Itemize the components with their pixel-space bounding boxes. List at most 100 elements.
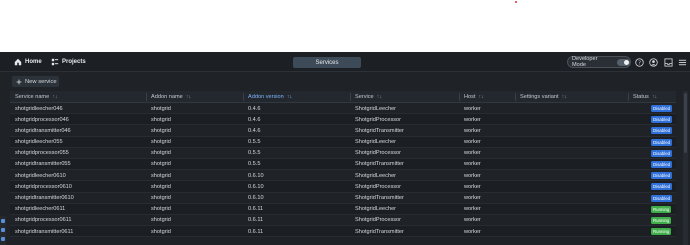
- cell-service: ShotgridTransmitter: [355, 195, 404, 201]
- page-margin: [0, 0, 690, 52]
- sort-icon[interactable]: ↑↓: [186, 94, 191, 100]
- column-header-status[interactable]: Status ↑↓: [633, 91, 657, 103]
- status-badge: Running: [651, 228, 672, 236]
- cell-service: ShotgridLeecher: [355, 105, 397, 112]
- column-header-settings-variant[interactable]: Settings variant ↑↓: [520, 91, 567, 103]
- status-badge: Running: [651, 216, 672, 224]
- table-row[interactable]: shotgridtransmitter046 shotgrid 0.4.6 Shotg…: [10, 125, 676, 137]
- column-divider[interactable]: [350, 93, 351, 101]
- status-badge: Disabled: [651, 160, 673, 168]
- table-row[interactable]: shotgridprocessor0611 shotgrid 0.6.11 Shotg…: [10, 215, 676, 227]
- column-header-service[interactable]: Service ↑↓: [355, 91, 382, 103]
- cell-addon-name: shotgrid: [151, 161, 171, 168]
- services-toolbar: New service: [0, 73, 690, 90]
- cell-host: worker: [464, 206, 481, 213]
- column-divider[interactable]: [628, 93, 629, 101]
- table-row[interactable]: shotgridprocessor046 shotgrid 0.4.6 Shotgri…: [10, 114, 676, 126]
- cell-service-name: shotgridleecher0610: [15, 172, 66, 179]
- cell-addon-version: 0.6.10: [248, 183, 264, 190]
- nav-home[interactable]: Home: [14, 57, 42, 67]
- column-divider[interactable]: [515, 93, 516, 101]
- column-header-host[interactable]: Host ↑↓: [464, 91, 484, 103]
- cell-host: worker: [464, 183, 481, 190]
- table-header: Service name ↑↓ Addon name ↑↓ Addon versio…: [10, 91, 676, 103]
- column-header-addon-version[interactable]: Addon version ↑↓: [248, 91, 292, 103]
- nav-home-label: Home: [25, 59, 42, 65]
- sort-icon[interactable]: ↑↓: [287, 94, 292, 100]
- sort-icon[interactable]: ↑↓: [377, 94, 382, 100]
- table-row[interactable]: shotgridprocessor0610 shotgrid 0.6.10 Shotg…: [10, 181, 676, 193]
- cell-host: worker: [464, 116, 481, 123]
- column-divider[interactable]: [146, 93, 147, 101]
- scrollbar-thumb[interactable]: [684, 93, 687, 153]
- menu-icon[interactable]: [677, 57, 687, 67]
- cell-addon-name: shotgrid: [151, 127, 171, 134]
- toggle-switch[interactable]: [617, 58, 630, 66]
- table-row[interactable]: shotgridleecher0611 shotgrid 0.6.11 Shotgri…: [10, 203, 676, 215]
- column-divider[interactable]: [459, 93, 460, 101]
- cell-service-name: shotgridtransmitter0610: [15, 195, 74, 201]
- cell-host: worker: [464, 217, 481, 224]
- cell-service-name: shotgridtransmitter046: [15, 127, 71, 134]
- cell-addon-version: 0.4.6: [248, 105, 261, 112]
- cell-service: ShotgridTransmitter: [355, 161, 404, 168]
- table-row[interactable]: shotgridtransmitter0610 shotgrid 0.6.10 Sho…: [10, 193, 676, 204]
- cell-service: ShotgridLeecher: [355, 206, 397, 213]
- column-header-service-name[interactable]: Service name ↑↓: [15, 91, 58, 103]
- plus-icon: [16, 79, 22, 85]
- cell-service: ShotgridProcessor: [355, 150, 402, 157]
- nav-projects[interactable]: Projects: [51, 57, 86, 67]
- table-row[interactable]: shotgridtransmitter0611 shotgrid 0.6.11 Sho…: [10, 226, 676, 238]
- square-icon: [1, 219, 5, 223]
- cell-host: worker: [464, 228, 481, 235]
- table-row[interactable]: shotgridleecher0610 shotgrid 0.6.10 Shotgri…: [10, 170, 676, 182]
- cell-addon-name: shotgrid: [151, 195, 171, 201]
- cell-service: ShotgridProcessor: [355, 217, 402, 224]
- table-row[interactable]: shotgridprocessor055 shotgrid 0.5.5 Shotgri…: [10, 148, 676, 159]
- cell-service: ShotgridLeecher: [355, 139, 397, 146]
- square-icon: [1, 228, 5, 232]
- status-badge: Disabled: [651, 183, 673, 191]
- tab-services[interactable]: Services: [293, 57, 361, 68]
- new-service-button[interactable]: New service: [12, 76, 59, 87]
- app-window: Home Projects Services Developer Mode ?: [0, 52, 690, 245]
- cell-host: worker: [464, 139, 481, 146]
- sort-icon[interactable]: ↑↓: [52, 94, 57, 100]
- table-scrollbar[interactable]: [683, 91, 688, 245]
- cell-service: ShotgridTransmitter: [355, 228, 404, 235]
- table-row[interactable]: shotgridtransmitter055 shotgrid 0.5.5 Shotg…: [10, 158, 676, 171]
- help-icon[interactable]: ?: [634, 57, 644, 67]
- sort-icon[interactable]: ↑↓: [479, 94, 484, 100]
- red-dot-marker: [515, 1, 517, 3]
- table-row[interactable]: shotgridleecher055 shotgrid 0.5.5 ShotgridL…: [10, 136, 676, 148]
- cell-addon-name: shotgrid: [151, 228, 171, 235]
- status-badge: Disabled: [651, 116, 673, 124]
- status-badge: Disabled: [651, 149, 673, 157]
- column-divider[interactable]: [243, 93, 244, 101]
- table-row[interactable]: shotgridleecher046 shotgrid 0.4.6 ShotgridL…: [10, 103, 676, 115]
- sort-icon[interactable]: ↑↓: [562, 94, 567, 100]
- inbox-icon[interactable]: [663, 57, 673, 67]
- services-table: Service name ↑↓ Addon name ↑↓ Addon versio…: [10, 91, 676, 238]
- cell-service: ShotgridLeecher: [355, 172, 397, 179]
- cell-service-name: shotgridprocessor055: [15, 150, 69, 157]
- cell-service-name: shotgridprocessor0610: [15, 183, 72, 190]
- cell-addon-version: 0.4.6: [248, 127, 261, 134]
- cell-service-name: shotgridleecher055: [15, 139, 63, 146]
- status-badge: Disabled: [651, 105, 673, 112]
- nav-projects-label: Projects: [62, 59, 86, 65]
- projects-icon: [51, 58, 59, 66]
- top-navigation-bar: Home Projects Services Developer Mode ?: [0, 52, 690, 72]
- column-header-addon-name[interactable]: Addon name ↑↓: [151, 91, 191, 103]
- cell-addon-version: 0.6.10: [248, 195, 264, 201]
- developer-mode-toggle[interactable]: Developer Mode: [567, 56, 631, 68]
- svg-text:?: ?: [638, 60, 641, 66]
- cell-addon-version: 0.5.5: [248, 161, 261, 168]
- user-icon[interactable]: [648, 57, 658, 67]
- cell-addon-version: 0.6.11: [248, 228, 264, 235]
- sort-icon[interactable]: ↑↓: [652, 94, 657, 100]
- cell-service: ShotgridProcessor: [355, 183, 402, 190]
- cell-addon-name: shotgrid: [151, 105, 171, 112]
- new-service-label: New service: [25, 78, 57, 85]
- cell-addon-name: shotgrid: [151, 172, 171, 179]
